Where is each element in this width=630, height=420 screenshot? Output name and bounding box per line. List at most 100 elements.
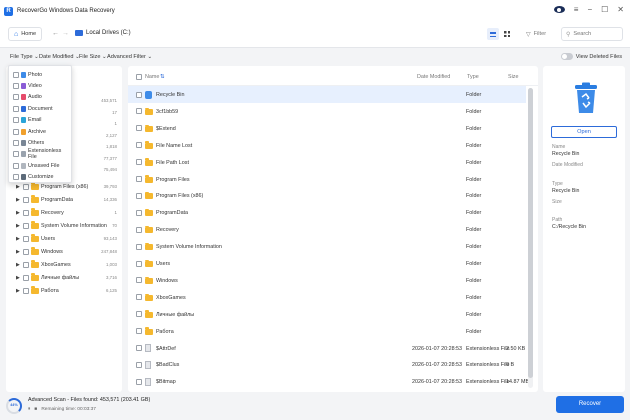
maximize-icon[interactable]: ☐ bbox=[601, 5, 608, 14]
menu-icon[interactable]: ≡ bbox=[574, 5, 579, 14]
file-type-option[interactable]: Video bbox=[13, 80, 42, 91]
row-checkbox[interactable] bbox=[136, 345, 142, 351]
home-button[interactable]: ⌂ Home bbox=[8, 27, 43, 41]
table-row[interactable]: $AttrDef 2026-01-07 20:28:53 Extensionless… bbox=[128, 340, 526, 357]
tree-checkbox[interactable] bbox=[23, 209, 29, 216]
row-checkbox[interactable] bbox=[136, 277, 142, 284]
tree-checkbox[interactable] bbox=[23, 235, 29, 242]
file-type-option[interactable]: Photo bbox=[13, 69, 42, 80]
table-row[interactable]: Program Files Folder bbox=[128, 171, 526, 188]
table-row[interactable]: Users Folder bbox=[128, 255, 526, 272]
row-checkbox[interactable] bbox=[136, 260, 142, 267]
table-row[interactable]: $Extend Folder bbox=[128, 120, 526, 137]
file-size-dropdown[interactable]: File Size ⌄ bbox=[79, 54, 107, 60]
expand-arrow-icon[interactable]: ▶ bbox=[16, 288, 20, 294]
column-name[interactable]: Name bbox=[145, 74, 159, 80]
tree-checkbox[interactable] bbox=[23, 248, 29, 255]
eye-icon[interactable] bbox=[553, 6, 565, 13]
tree-item[interactable]: ▶ ProgramData 14,336 bbox=[6, 193, 122, 206]
search-input[interactable] bbox=[573, 31, 619, 37]
option-checkbox[interactable] bbox=[13, 162, 19, 169]
view-deleted-toggle[interactable] bbox=[560, 53, 573, 60]
tree-item[interactable]: ▶ Личные файлы 3,716 bbox=[6, 271, 122, 284]
table-row[interactable]: XboxGames Folder bbox=[128, 289, 526, 306]
tree-checkbox[interactable] bbox=[23, 274, 29, 281]
pause-icon[interactable]: ⏸ bbox=[28, 406, 30, 412]
row-checkbox[interactable] bbox=[136, 91, 142, 98]
tree-checkbox[interactable] bbox=[23, 287, 29, 294]
table-row[interactable]: Program Files (x86) Folder bbox=[128, 187, 526, 204]
list-view-button[interactable] bbox=[487, 28, 499, 40]
tree-checkbox[interactable] bbox=[23, 261, 29, 268]
expand-arrow-icon[interactable]: ▶ bbox=[16, 249, 20, 255]
advanced-filter-dropdown[interactable]: Advanced Filter ⌄ bbox=[107, 54, 152, 60]
close-icon[interactable]: ✕ bbox=[617, 5, 624, 14]
forward-arrow-icon[interactable]: → bbox=[62, 30, 69, 37]
table-row[interactable]: 3cf1bb59 Folder bbox=[128, 103, 526, 120]
stop-icon[interactable]: ■ bbox=[34, 407, 37, 412]
row-checkbox[interactable] bbox=[136, 243, 142, 250]
minimize-icon[interactable]: − bbox=[587, 5, 592, 14]
row-checkbox[interactable] bbox=[136, 226, 142, 233]
tree-item[interactable]: ▶ Users 93,143 bbox=[6, 232, 122, 245]
file-type-option[interactable]: Customize bbox=[13, 172, 53, 183]
row-checkbox[interactable] bbox=[136, 294, 142, 301]
sort-icon[interactable]: ⇅ bbox=[160, 74, 165, 80]
scrollbar-thumb[interactable] bbox=[528, 88, 533, 378]
column-type[interactable]: Type bbox=[467, 74, 479, 80]
tree-item[interactable]: ▶ Работа 6,125 bbox=[6, 284, 122, 297]
expand-arrow-icon[interactable]: ▶ bbox=[16, 184, 20, 190]
filter-button[interactable]: ▽ Filter bbox=[526, 28, 546, 40]
row-checkbox[interactable] bbox=[136, 378, 142, 385]
row-checkbox[interactable] bbox=[136, 361, 142, 368]
column-date[interactable]: Date Modified bbox=[417, 74, 450, 80]
table-row[interactable]: $Bitmap 2026-01-07 20:28:53 Extensionless … bbox=[128, 373, 529, 390]
file-type-option[interactable]: Archive bbox=[13, 126, 46, 137]
expand-arrow-icon[interactable]: ▶ bbox=[16, 262, 20, 268]
row-checkbox[interactable] bbox=[136, 176, 142, 182]
table-row[interactable]: Личные файлы Folder bbox=[128, 306, 526, 323]
grid-view-button[interactable] bbox=[501, 28, 513, 40]
option-checkbox[interactable] bbox=[13, 94, 19, 101]
expand-arrow-icon[interactable]: ▶ bbox=[16, 223, 20, 229]
file-type-option[interactable]: Email bbox=[13, 115, 41, 126]
table-row[interactable]: File Path Lost Folder bbox=[128, 154, 526, 171]
tree-item[interactable]: ▶ XboxGames 1,003 bbox=[6, 258, 122, 271]
row-checkbox[interactable] bbox=[136, 192, 142, 199]
file-type-option[interactable]: Audio bbox=[13, 92, 42, 103]
option-checkbox[interactable] bbox=[13, 71, 19, 78]
option-checkbox[interactable] bbox=[13, 82, 19, 89]
file-type-dropdown[interactable]: File Type ⌄ bbox=[10, 54, 39, 60]
back-arrow-icon[interactable]: ← bbox=[52, 30, 59, 37]
option-checkbox[interactable] bbox=[13, 151, 19, 158]
option-checkbox[interactable] bbox=[13, 174, 19, 181]
file-type-option[interactable]: Unsaved File bbox=[13, 160, 59, 171]
file-type-option[interactable]: Extensionless File bbox=[13, 148, 71, 160]
table-row[interactable]: $BadClus 2026-01-07 20:28:53 Extensionless… bbox=[128, 356, 526, 373]
row-checkbox[interactable] bbox=[136, 209, 142, 216]
row-checkbox[interactable] bbox=[136, 108, 142, 115]
expand-arrow-icon[interactable]: ▶ bbox=[16, 210, 20, 216]
recover-button[interactable]: Recover bbox=[556, 396, 624, 413]
table-row[interactable]: Recovery Folder bbox=[128, 221, 526, 238]
file-type-option[interactable]: Document bbox=[13, 103, 53, 114]
tree-checkbox[interactable] bbox=[23, 183, 29, 190]
row-checkbox[interactable] bbox=[136, 142, 142, 149]
option-checkbox[interactable] bbox=[13, 128, 19, 135]
table-row[interactable]: System Volume Information Folder bbox=[128, 238, 526, 255]
table-row[interactable]: File Name Lost Folder bbox=[128, 137, 526, 154]
file-type-option[interactable]: Others bbox=[13, 137, 44, 148]
option-checkbox[interactable] bbox=[13, 105, 19, 112]
tree-item[interactable]: ▶ Recovery 1 bbox=[6, 206, 122, 219]
expand-arrow-icon[interactable]: ▶ bbox=[16, 275, 20, 281]
row-checkbox[interactable] bbox=[136, 311, 142, 318]
table-row[interactable]: Recycle Bin Folder bbox=[128, 86, 526, 103]
expand-arrow-icon[interactable]: ▶ bbox=[16, 197, 20, 203]
option-checkbox[interactable] bbox=[13, 117, 19, 124]
table-row[interactable]: Работа Folder bbox=[128, 323, 526, 340]
table-row[interactable]: Windows Folder bbox=[128, 272, 526, 289]
table-row[interactable]: ProgramData Folder bbox=[128, 204, 526, 221]
tree-checkbox[interactable] bbox=[23, 196, 29, 203]
row-checkbox[interactable] bbox=[136, 159, 142, 166]
select-all-checkbox[interactable] bbox=[136, 73, 142, 80]
